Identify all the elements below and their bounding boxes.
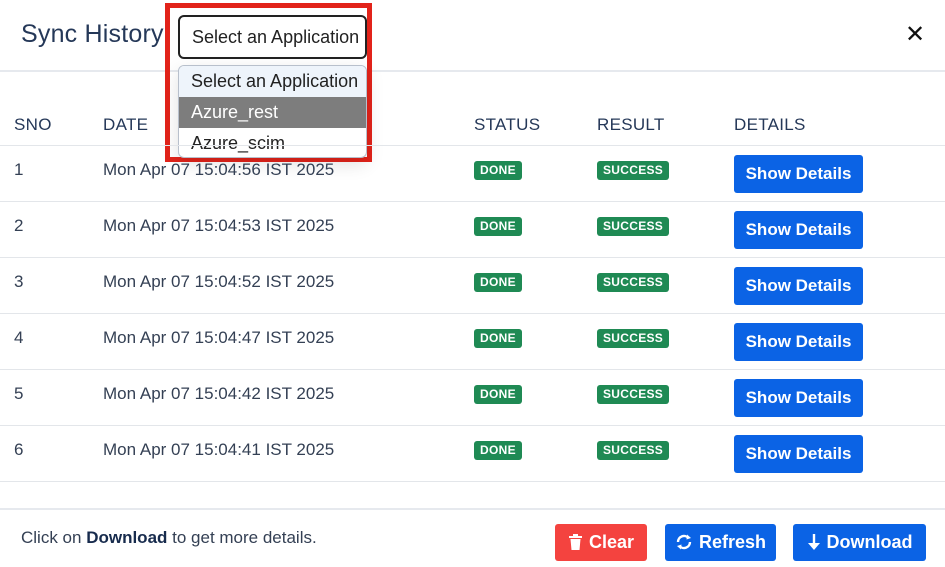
column-header-result: RESULT bbox=[597, 115, 665, 134]
footer-note-bold: Download bbox=[86, 528, 168, 547]
close-icon[interactable]: ✕ bbox=[900, 20, 930, 50]
status-badge: DONE bbox=[474, 441, 522, 460]
date-cell: Mon Apr 07 15:04:56 IST 2025 bbox=[103, 160, 335, 179]
clear-button[interactable]: Clear bbox=[555, 524, 647, 561]
result-badge: SUCCESS bbox=[597, 161, 670, 180]
table-header-row: SNO DATE STATUS RESULT DETAILS bbox=[0, 98, 945, 146]
sno-cell: 3 bbox=[14, 272, 24, 291]
result-badge: SUCCESS bbox=[597, 217, 670, 236]
dropdown-option-select-an-application[interactable]: Select an Application bbox=[179, 66, 366, 97]
show-details-button[interactable]: Show Details bbox=[734, 379, 863, 417]
column-header-date: DATE bbox=[103, 115, 149, 134]
refresh-button-label: Refresh bbox=[698, 532, 767, 552]
result-badge: SUCCESS bbox=[597, 385, 670, 404]
sno-cell: 2 bbox=[14, 216, 24, 235]
modal-header: Sync History ✕ bbox=[0, 0, 945, 72]
date-cell: Mon Apr 07 15:04:41 IST 2025 bbox=[103, 440, 335, 459]
result-badge: SUCCESS bbox=[597, 441, 670, 460]
page-title: Sync History bbox=[21, 20, 164, 48]
date-cell: Mon Apr 07 15:04:42 IST 2025 bbox=[103, 384, 335, 403]
column-header-status: STATUS bbox=[474, 115, 541, 134]
date-cell: Mon Apr 07 15:04:52 IST 2025 bbox=[103, 272, 335, 291]
result-badge: SUCCESS bbox=[597, 329, 670, 348]
footer-note-prefix: Click on bbox=[21, 528, 87, 547]
show-details-button[interactable]: Show Details bbox=[734, 155, 863, 193]
table-row: 2 Mon Apr 07 15:04:53 IST 2025 DONE SUCC… bbox=[0, 202, 945, 258]
column-header-details: DETAILS bbox=[734, 115, 806, 134]
status-badge: DONE bbox=[474, 217, 522, 236]
table-row: 6 Mon Apr 07 15:04:41 IST 2025 DONE SUCC… bbox=[0, 426, 945, 482]
sno-cell: 6 bbox=[14, 440, 24, 459]
show-details-button[interactable]: Show Details bbox=[734, 267, 863, 305]
table-row: 4 Mon Apr 07 15:04:47 IST 2025 DONE SUCC… bbox=[0, 314, 945, 370]
status-badge: DONE bbox=[474, 273, 522, 292]
date-cell: Mon Apr 07 15:04:53 IST 2025 bbox=[103, 216, 335, 235]
clear-button-label: Clear bbox=[588, 532, 635, 552]
refresh-icon bbox=[675, 524, 693, 561]
table-row: 3 Mon Apr 07 15:04:52 IST 2025 DONE SUCC… bbox=[0, 258, 945, 314]
show-details-button[interactable]: Show Details bbox=[734, 323, 863, 361]
show-details-button[interactable]: Show Details bbox=[734, 211, 863, 249]
application-select[interactable]: Select an Application bbox=[178, 15, 367, 59]
date-cell: Mon Apr 07 15:04:47 IST 2025 bbox=[103, 328, 335, 347]
table-row: 1 Mon Apr 07 15:04:56 IST 2025 DONE SUCC… bbox=[0, 146, 945, 202]
refresh-button[interactable]: Refresh bbox=[665, 524, 776, 561]
trash-icon bbox=[568, 524, 583, 561]
status-badge: DONE bbox=[474, 385, 522, 404]
sno-cell: 4 bbox=[14, 328, 24, 347]
status-badge: DONE bbox=[474, 329, 522, 348]
status-badge: DONE bbox=[474, 161, 522, 180]
show-details-button[interactable]: Show Details bbox=[734, 435, 863, 473]
sno-cell: 5 bbox=[14, 384, 24, 403]
download-button[interactable]: Download bbox=[793, 524, 926, 561]
table-row: 5 Mon Apr 07 15:04:42 IST 2025 DONE SUCC… bbox=[0, 370, 945, 426]
arrow-down-icon bbox=[807, 524, 821, 561]
sno-cell: 1 bbox=[14, 160, 24, 179]
download-button-label: Download bbox=[826, 532, 913, 552]
footer-note-suffix: to get more details. bbox=[167, 528, 317, 547]
modal-footer: Click on Download to get more details. C… bbox=[0, 508, 945, 567]
footer-note: Click on Download to get more details. bbox=[21, 528, 317, 548]
column-header-sno: SNO bbox=[14, 115, 52, 134]
result-badge: SUCCESS bbox=[597, 273, 670, 292]
